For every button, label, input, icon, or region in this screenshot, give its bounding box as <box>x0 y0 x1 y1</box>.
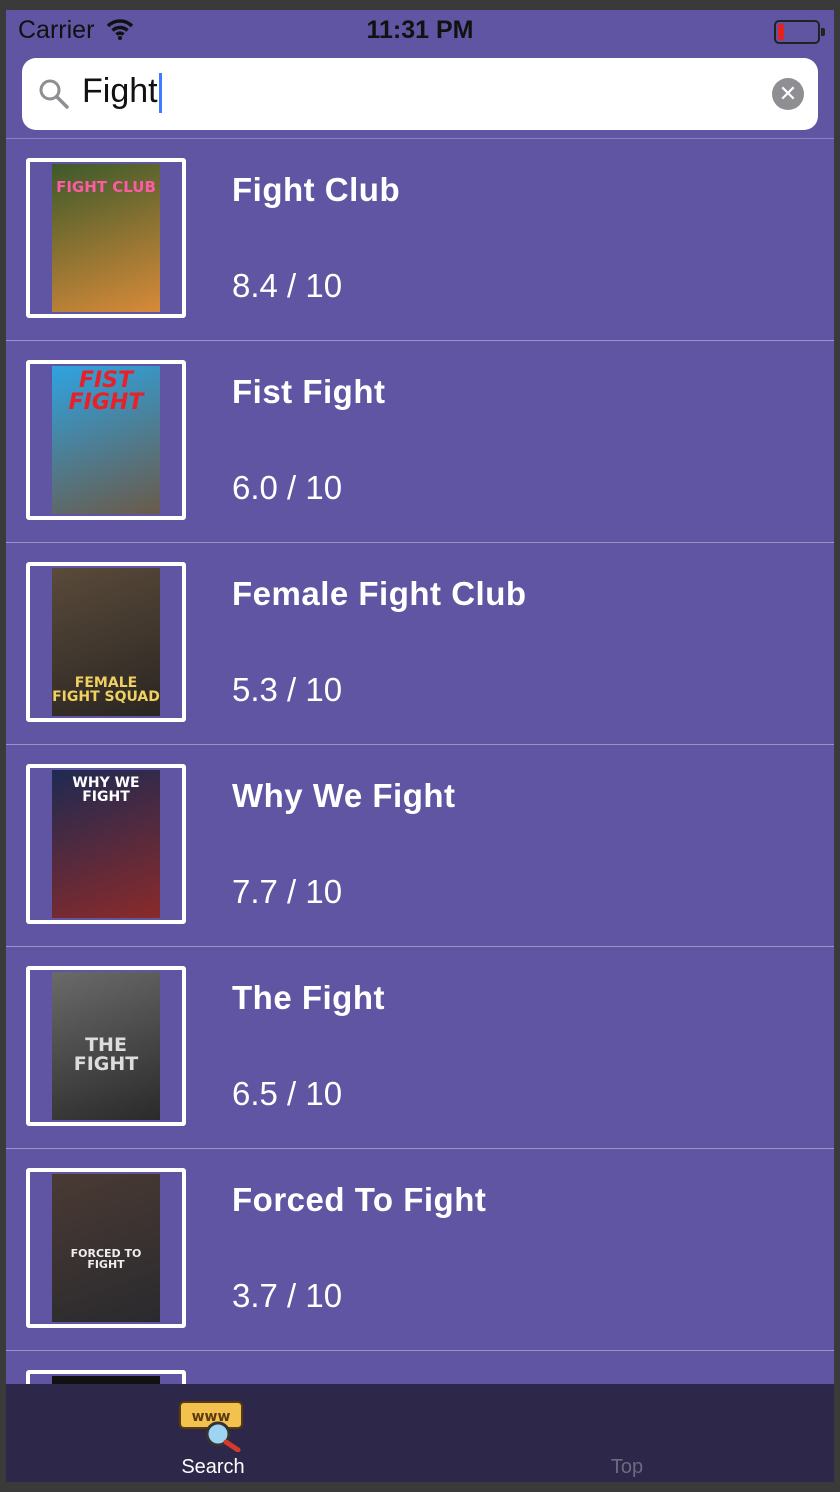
result-row-partial[interactable] <box>6 1351 834 1384</box>
result-row[interactable]: THE FIGHT The Fight 6.5 / 10 <box>6 947 834 1149</box>
text-caret <box>158 73 162 114</box>
app-frame: Carrier 11:31 PM Fight ✕ FIGHT CLUB Figh… <box>6 10 834 1482</box>
status-bar: Carrier 11:31 PM <box>6 10 834 52</box>
result-title: Fist Fight <box>232 373 386 410</box>
poster-frame: FIST FIGHT <box>26 360 186 520</box>
tab-bar: www Search Top <box>6 1384 834 1482</box>
poster-title: FIST FIGHT <box>68 368 144 415</box>
poster-title: THE FIGHT <box>73 1034 139 1075</box>
clear-icon[interactable]: ✕ <box>772 78 804 110</box>
tab-search[interactable]: www Search <box>6 1384 420 1482</box>
results-list[interactable]: FIGHT CLUB Fight Club 8.4 / 10 FIST FIGH… <box>6 139 834 1384</box>
result-title: The Fight <box>232 979 385 1016</box>
poster-frame <box>26 1370 186 1384</box>
result-title: Female Fight Club <box>232 575 527 612</box>
poster-image: FEMALE FIGHT SQUAD <box>52 568 160 716</box>
tab-label: Search <box>181 1456 245 1478</box>
tab-top[interactable]: Top <box>420 1384 834 1482</box>
poster-title: FEMALE FIGHT SQUAD <box>52 675 160 705</box>
result-title: Fight Club <box>232 171 401 208</box>
poster-frame: WHY WE FIGHT <box>26 764 186 924</box>
svg-text:www: www <box>192 1409 231 1425</box>
poster-frame: FORCED TO FIGHT <box>26 1168 186 1328</box>
search-input[interactable]: Fight <box>82 72 162 114</box>
poster-title: FORCED TO FIGHT <box>70 1247 142 1271</box>
clock: 11:31 PM <box>366 16 474 44</box>
result-rating: 6.0 / 10 <box>232 469 343 506</box>
search-bar[interactable]: Fight ✕ <box>22 58 818 130</box>
search-icon <box>38 78 70 115</box>
result-title: Why We Fight <box>232 777 456 814</box>
www-search-icon: www <box>178 1400 250 1457</box>
result-rating: 5.3 / 10 <box>232 671 343 708</box>
result-row[interactable]: WHY WE FIGHT Why We Fight 7.7 / 10 <box>6 745 834 947</box>
search-query-text: Fight <box>82 72 158 110</box>
result-rating: 6.5 / 10 <box>232 1075 343 1112</box>
battery-icon <box>774 20 825 44</box>
poster-image: FIST FIGHT <box>52 366 160 514</box>
poster-frame: THE FIGHT <box>26 966 186 1126</box>
tab-label: Top <box>610 1456 644 1478</box>
result-row[interactable]: FIST FIGHT Fist Fight 6.0 / 10 <box>6 341 834 543</box>
result-rating: 8.4 / 10 <box>232 267 343 304</box>
poster-image <box>52 1376 160 1384</box>
result-row[interactable]: FORCED TO FIGHT Forced To Fight 3.7 / 10 <box>6 1149 834 1351</box>
result-title: Forced To Fight <box>232 1181 487 1218</box>
poster-image: THE FIGHT <box>52 972 160 1120</box>
result-rating: 3.7 / 10 <box>232 1277 343 1314</box>
result-row[interactable]: FIGHT CLUB Fight Club 8.4 / 10 <box>6 139 834 341</box>
poster-frame: FEMALE FIGHT SQUAD <box>26 562 186 722</box>
poster-frame: FIGHT CLUB <box>26 158 186 318</box>
poster-image: FORCED TO FIGHT <box>52 1174 160 1322</box>
poster-title: FIGHT CLUB <box>56 178 156 196</box>
poster-image: WHY WE FIGHT <box>52 770 160 918</box>
result-row[interactable]: FEMALE FIGHT SQUAD Female Fight Club 5.3… <box>6 543 834 745</box>
result-rating: 7.7 / 10 <box>232 873 343 910</box>
poster-title: WHY WE FIGHT <box>72 775 140 805</box>
poster-image: FIGHT CLUB <box>52 164 160 312</box>
